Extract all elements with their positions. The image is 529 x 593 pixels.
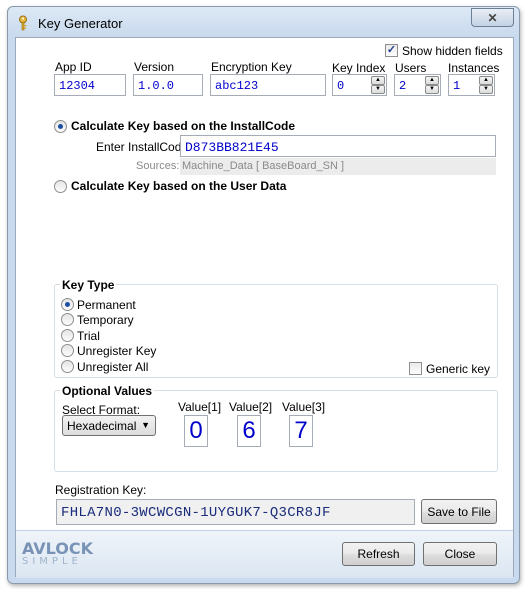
users-value: 2 [399,79,407,93]
generic-key-label: Generic key [426,362,491,376]
close-button[interactable]: Close [423,542,497,566]
install-code-label: Enter InstallCode: [96,140,192,154]
key-index-up-button[interactable]: ▲ [371,76,385,85]
install-code-radio-label: Calculate Key based on the InstallCode [71,119,296,133]
users-down-button[interactable]: ▼ [425,85,439,94]
instances-spinner[interactable]: 1 ▲ ▼ [448,74,495,96]
key-index-down-button[interactable]: ▼ [371,85,385,94]
instances-up-button[interactable]: ▲ [479,76,493,85]
version-input[interactable]: 1.0.0 [133,74,203,96]
window-close-button[interactable]: ✕ [471,8,514,27]
title-bar: Key Generator ✕ [8,7,519,37]
key-index-spinner[interactable]: 0 ▲ ▼ [332,74,387,96]
version-label: Version [134,60,175,74]
instances-label: Instances [448,61,500,75]
registration-key-label: Registration Key: [55,483,147,497]
show-hidden-label: Show hidden fields [402,44,503,58]
show-hidden-checkbox[interactable]: ✓ [385,44,398,57]
encryption-key-label: Encryption Key [211,60,292,74]
format-select[interactable]: Hexadecimal ▼ [62,415,156,436]
user-data-radio[interactable] [54,180,67,193]
key-index-value: 0 [337,79,345,93]
instances-down-button[interactable]: ▼ [479,85,493,94]
refresh-button[interactable]: Refresh [342,542,415,566]
optional-values-title: Optional Values [60,384,155,398]
avlock-logo: AVLOCK SIMPLE [22,539,102,571]
save-to-file-button[interactable]: Save to File [421,499,497,524]
key-type-radio-unregister-all[interactable] [61,360,74,373]
key-type-radio-temporary[interactable] [61,313,74,326]
value1-label: Value[1] [178,400,222,414]
users-label: Users [395,61,427,75]
key-type-label-unregister-all: Unregister All [77,360,149,374]
registration-key-field[interactable]: FHLA7N0-3WCWCGN-1UYGUK7-Q3CR8JF [56,499,415,525]
key-type-radio-trial[interactable] [61,329,74,342]
value3-label: Value[3] [282,400,326,414]
app-id-label: App ID [55,60,92,74]
key-type-radio-unregister-key[interactable] [61,344,74,357]
app-id-input[interactable]: 12304 [54,74,126,96]
chevron-down-icon: ▼ [141,420,150,430]
encryption-key-input[interactable]: abc123 [210,74,326,96]
key-type-label-trial: Trial [77,329,100,343]
key-type-label-permanent: Permanent [77,298,136,312]
close-icon: ✕ [487,10,498,25]
install-code-input[interactable]: D873BB821E45 [180,135,496,157]
key-generator-window: Key Generator ✕ ✓ Show hidden fields App… [7,6,520,584]
value2-label: Value[2] [229,400,273,414]
client-area: ✓ Show hidden fields App ID Version Encr… [15,37,514,578]
key-index-label: Key Index [332,61,386,75]
key-type-title: Key Type [60,278,117,292]
footer-bar: AVLOCK SIMPLE Refresh Close [16,530,513,578]
key-type-radio-permanent[interactable] [61,298,74,311]
value2-input[interactable]: 6 [237,415,261,447]
value3-input[interactable]: 7 [289,415,313,447]
sources-value: Machine_Data [ BaseBoard_SN ] [182,160,345,172]
install-code-radio[interactable] [54,120,67,133]
window-title: Key Generator [38,16,123,31]
key-type-label-unregister-key: Unregister Key [77,344,157,358]
sources-label: Sources: [136,160,180,172]
users-up-button[interactable]: ▲ [425,76,439,85]
key-type-label-temporary: Temporary [77,313,134,327]
instances-value: 1 [453,79,461,93]
format-select-value: Hexadecimal [67,419,137,433]
users-spinner[interactable]: 2 ▲ ▼ [394,74,441,96]
user-data-radio-label: Calculate Key based on the User Data [71,179,287,193]
value1-input[interactable]: 0 [184,415,208,447]
key-icon [19,15,27,31]
generic-key-checkbox[interactable] [409,362,422,375]
